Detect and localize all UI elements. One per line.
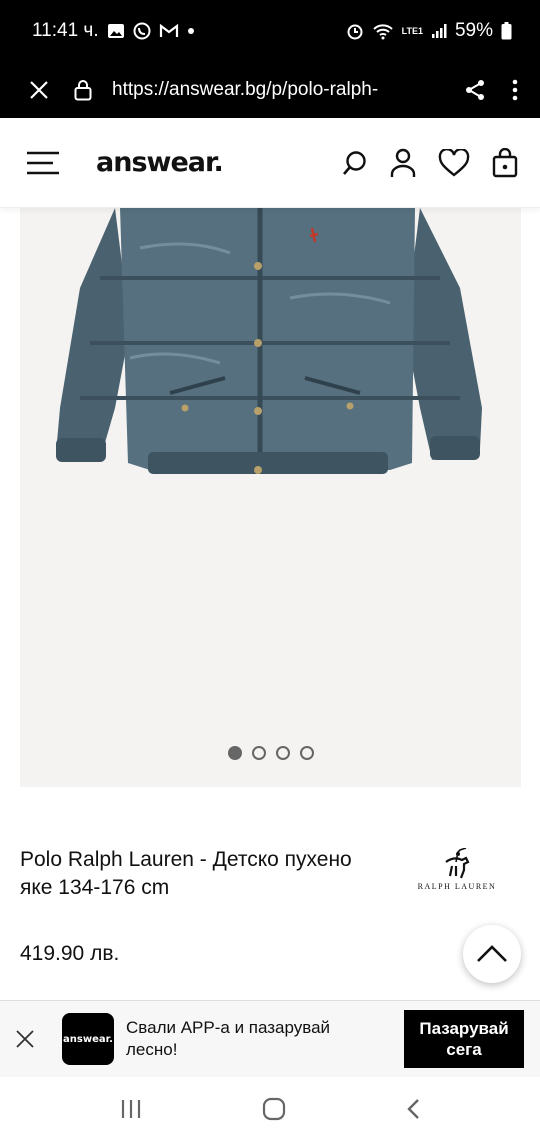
close-banner-icon[interactable]	[14, 1028, 36, 1050]
app-logo: answear.	[62, 1013, 114, 1065]
gmail-notification-icon	[159, 23, 179, 39]
close-tab-icon[interactable]	[28, 79, 50, 101]
product-price: 419.90 лв.	[20, 942, 120, 965]
viber-notification-icon	[133, 22, 151, 40]
gallery-notification-icon	[107, 23, 125, 39]
status-bar: 11:41 ч. LTE1 59%	[0, 0, 540, 62]
product-jacket-image[interactable]	[20, 208, 521, 508]
scroll-to-top-button[interactable]	[463, 925, 521, 983]
site-header: answear.	[0, 118, 540, 208]
brand-logo[interactable]: RALPH LAUREN	[412, 848, 502, 896]
gallery-dot-1[interactable]	[227, 746, 242, 760]
polo-player-icon	[445, 848, 470, 879]
gallery-dot-3[interactable]	[275, 746, 290, 760]
site-logo[interactable]: answear.	[96, 147, 224, 178]
brand-name: RALPH LAUREN	[417, 882, 497, 891]
recent-apps-icon[interactable]	[120, 1099, 142, 1119]
gallery-pagination	[20, 746, 521, 760]
status-time: 11:41 ч.	[32, 20, 99, 41]
home-icon[interactable]	[262, 1097, 286, 1121]
lock-icon[interactable]	[74, 79, 92, 101]
system-navigation-bar	[0, 1078, 540, 1140]
battery-level: 59%	[454, 20, 493, 41]
network-type: LTE1	[401, 26, 423, 36]
account-icon[interactable]	[390, 148, 416, 178]
product-image-gallery[interactable]	[20, 208, 521, 787]
gallery-dot-2[interactable]	[251, 746, 266, 760]
shopping-bag-icon[interactable]	[492, 147, 518, 178]
more-notifications-dot-icon	[187, 27, 195, 35]
signal-icon	[431, 23, 447, 39]
share-icon[interactable]	[464, 79, 486, 101]
app-download-banner: answear. Свали APP-а и пазарувай лесно! …	[0, 1000, 540, 1077]
alarm-icon	[346, 22, 364, 40]
wifi-icon	[372, 22, 394, 40]
wishlist-heart-icon[interactable]	[438, 148, 470, 177]
chevron-up-icon	[477, 945, 507, 962]
shop-now-button[interactable]: Пазарувай сега	[404, 1010, 524, 1068]
battery-icon	[501, 22, 512, 40]
hamburger-menu-icon[interactable]	[26, 151, 60, 175]
gallery-dot-4[interactable]	[299, 746, 314, 760]
more-options-icon[interactable]	[512, 79, 518, 101]
browser-url-bar: https://answear.bg/p/polo-ralph-	[0, 62, 540, 118]
app-banner-text: Свали APP-а и пазарувай лесно!	[126, 1018, 331, 1059]
back-icon[interactable]	[406, 1098, 420, 1120]
product-title: Polo Ralph Lauren - Детско пухено яке 13…	[20, 848, 352, 899]
url-text[interactable]: https://answear.bg/p/polo-ralph-	[112, 79, 448, 101]
search-icon[interactable]	[342, 150, 368, 176]
